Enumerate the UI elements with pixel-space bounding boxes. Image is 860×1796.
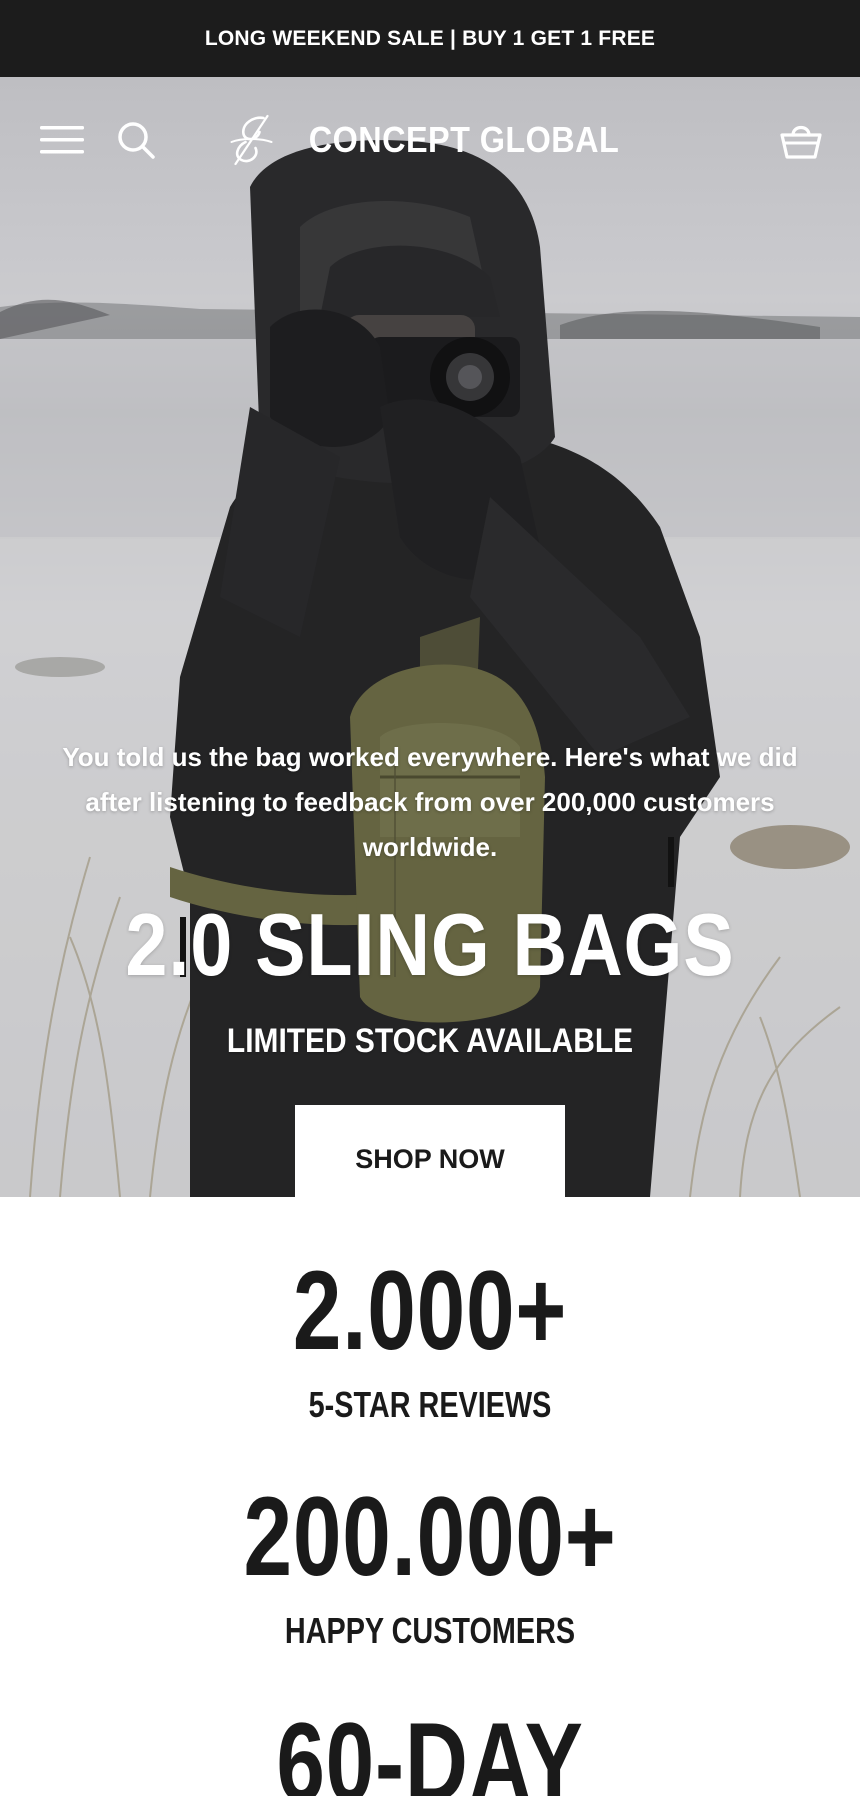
hero-tagline: LIMITED STOCK AVAILABLE bbox=[226, 1022, 634, 1060]
hero-content: You told us the bag worked everywhere. H… bbox=[0, 735, 860, 1197]
brand-logo[interactable]: CONCEPT GLOBAL bbox=[224, 112, 637, 168]
stat-value: 2.000+ bbox=[292, 1248, 568, 1373]
search-icon[interactable] bbox=[116, 120, 156, 160]
stat-label: HAPPY CUSTOMERS bbox=[284, 1610, 576, 1651]
stat-label: 5-STAR REVIEWS bbox=[308, 1384, 552, 1425]
stat-reviews: 2.000+ 5-STAR REVIEWS bbox=[0, 1252, 860, 1428]
announcement-bar: LONG WEEKEND SALE | BUY 1 GET 1 FREE bbox=[0, 0, 860, 77]
hamburger-menu-icon[interactable] bbox=[40, 118, 84, 162]
hero-title: 2.0 SLING BAGS bbox=[125, 895, 735, 994]
stat-value: 200.000+ bbox=[243, 1474, 617, 1599]
hero-section: CONCEPT GLOBAL You told us the bag worke… bbox=[0, 77, 860, 1197]
stat-guarantee: 60-DAY bbox=[0, 1704, 860, 1796]
brand-name: CONCEPT GLOBAL bbox=[308, 118, 620, 160]
logo-mark-icon bbox=[230, 114, 273, 165]
stat-value: 60-DAY bbox=[276, 1700, 584, 1796]
hero-subtitle: You told us the bag worked everywhere. H… bbox=[62, 742, 798, 862]
stat-customers: 200.000+ HAPPY CUSTOMERS bbox=[0, 1478, 860, 1654]
shop-now-button[interactable]: SHOP NOW bbox=[295, 1105, 565, 1197]
cart-basket-icon[interactable] bbox=[778, 117, 824, 163]
stats-section: 2.000+ 5-STAR REVIEWS 200.000+ HAPPY CUS… bbox=[0, 1197, 860, 1796]
announcement-text: LONG WEEKEND SALE | BUY 1 GET 1 FREE bbox=[204, 26, 656, 50]
site-header: CONCEPT GLOBAL bbox=[0, 77, 860, 202]
